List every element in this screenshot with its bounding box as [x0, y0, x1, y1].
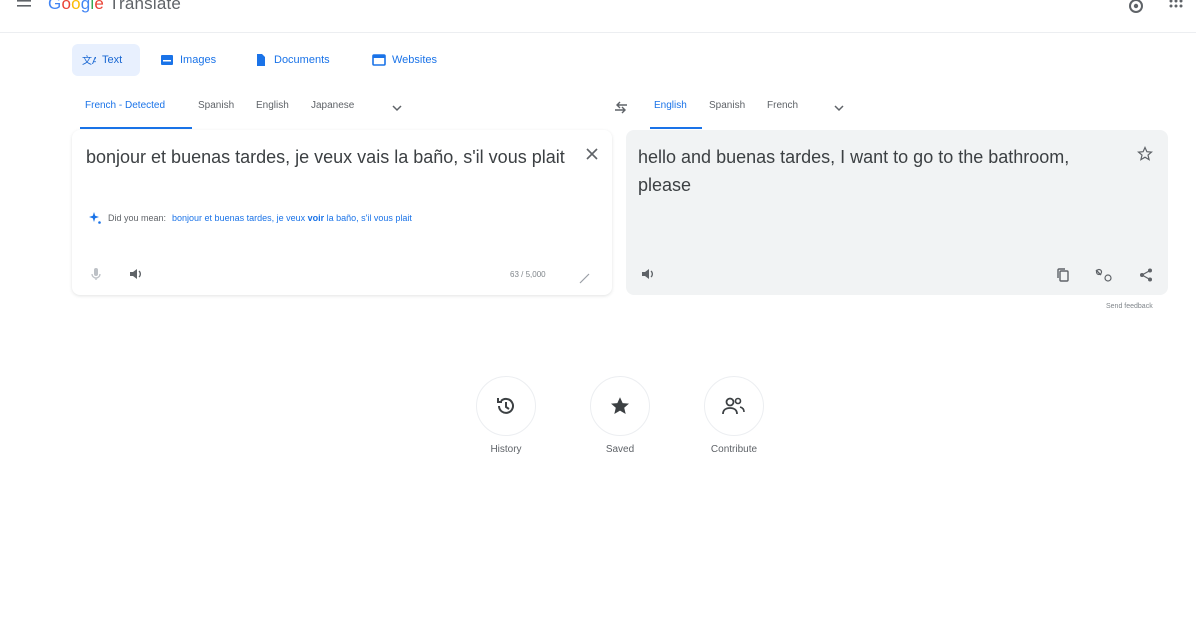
rate-translation-icon[interactable] [1094, 267, 1114, 283]
source-lang-english[interactable]: English [256, 100, 289, 120]
copy-translation-icon[interactable] [1055, 267, 1071, 283]
saved-button[interactable] [590, 376, 650, 436]
save-translation-star-icon[interactable] [1137, 146, 1153, 162]
contribute-label[interactable]: Contribute [684, 444, 784, 455]
source-lang-french-detected[interactable]: French - Detected [85, 100, 165, 120]
microphone-icon[interactable] [88, 266, 104, 282]
send-feedback-link[interactable]: Send feedback [1106, 303, 1153, 310]
target-lang-french[interactable]: French [767, 100, 798, 120]
tab-text[interactable]: 文A Text [72, 44, 140, 76]
source-lang-spanish[interactable]: Spanish [198, 100, 234, 120]
source-listen-speaker-icon[interactable] [128, 266, 144, 282]
did-you-mean-suggestion[interactable]: bonjour et buenas tardes, je veux voir l… [172, 213, 412, 223]
history-label[interactable]: History [456, 444, 556, 455]
tab-websites[interactable]: Websites [362, 44, 454, 76]
history-icon [497, 397, 514, 414]
target-lang-spanish[interactable]: Spanish [709, 100, 745, 120]
did-you-mean-label: Did you mean: [108, 213, 167, 223]
share-icon[interactable] [1138, 267, 1154, 283]
apps-grid-icon[interactable] [1166, 0, 1186, 16]
clear-text-close-icon[interactable] [585, 147, 599, 161]
source-lang-japanese[interactable]: Japanese [311, 100, 354, 120]
svg-text:文A: 文A [82, 54, 96, 67]
tab-images[interactable]: Images [150, 44, 232, 76]
target-lang-chevron-down-icon[interactable] [832, 101, 846, 115]
menu-icon[interactable] [14, 0, 36, 16]
image-icon [161, 55, 173, 65]
contribute-icon [722, 397, 745, 415]
document-icon [257, 54, 265, 66]
source-lang-chevron-down-icon[interactable] [390, 101, 404, 115]
product-name: Translate [109, 0, 182, 13]
handwriting-pencil-icon[interactable] [577, 270, 593, 286]
translate-icon: 文A [82, 54, 96, 67]
character-count: 63 / 5,000 [510, 270, 546, 279]
website-icon [372, 54, 386, 66]
translation-output: hello and buenas tardes, I want to go to… [638, 147, 1070, 195]
target-lang-underline [650, 127, 702, 129]
source-text-input[interactable]: bonjour et buenas tardes, je veux vais l… [86, 143, 566, 171]
history-button[interactable] [476, 376, 536, 436]
tab-documents[interactable]: Documents [244, 44, 350, 76]
settings-gear-icon[interactable] [1126, 0, 1146, 16]
sparkle-icon [89, 212, 101, 224]
google-translate-logo[interactable]: Google Translate [48, 0, 181, 14]
did-you-mean[interactable]: Did you mean: bonjour et buenas tardes, … [88, 211, 412, 225]
star-icon [611, 397, 629, 414]
source-lang-underline [80, 127, 192, 129]
target-listen-speaker-icon[interactable] [640, 266, 656, 282]
saved-label[interactable]: Saved [570, 444, 670, 455]
contribute-button[interactable] [704, 376, 764, 436]
target-lang-english[interactable]: English [654, 100, 687, 120]
swap-languages-icon[interactable] [612, 100, 630, 116]
